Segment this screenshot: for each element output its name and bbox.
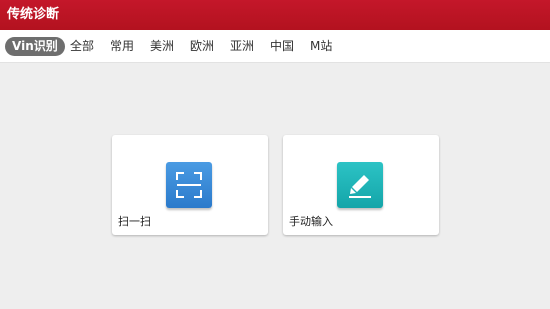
edit-pencil-icon (349, 175, 371, 198)
tab-all[interactable]: 全部 (70, 37, 94, 56)
scan-card[interactable]: 扫一扫 (112, 135, 268, 235)
scan-card-label: 扫一扫 (118, 215, 151, 228)
tab-vin-recognition[interactable]: Vin识别 (5, 37, 65, 56)
tab-americas[interactable]: 美洲 (150, 37, 174, 56)
scan-tile (166, 162, 212, 208)
scan-icon (176, 172, 202, 198)
tab-china[interactable]: 中国 (270, 37, 294, 56)
app-title: 传统诊断 (7, 7, 60, 22)
manual-input-tile (337, 162, 383, 208)
manual-input-card[interactable]: 手动输入 (283, 135, 439, 235)
app-header: 传统诊断 (0, 0, 550, 30)
tab-m-station[interactable]: M站 (310, 37, 332, 56)
region-tab-bar: Vin识别 全部 常用 美洲 欧洲 亚洲 中国 M站 (0, 30, 550, 63)
tab-asia[interactable]: 亚洲 (230, 37, 254, 56)
manual-input-card-label: 手动输入 (289, 215, 333, 228)
tab-europe[interactable]: 欧洲 (190, 37, 214, 56)
tab-common[interactable]: 常用 (110, 37, 134, 56)
